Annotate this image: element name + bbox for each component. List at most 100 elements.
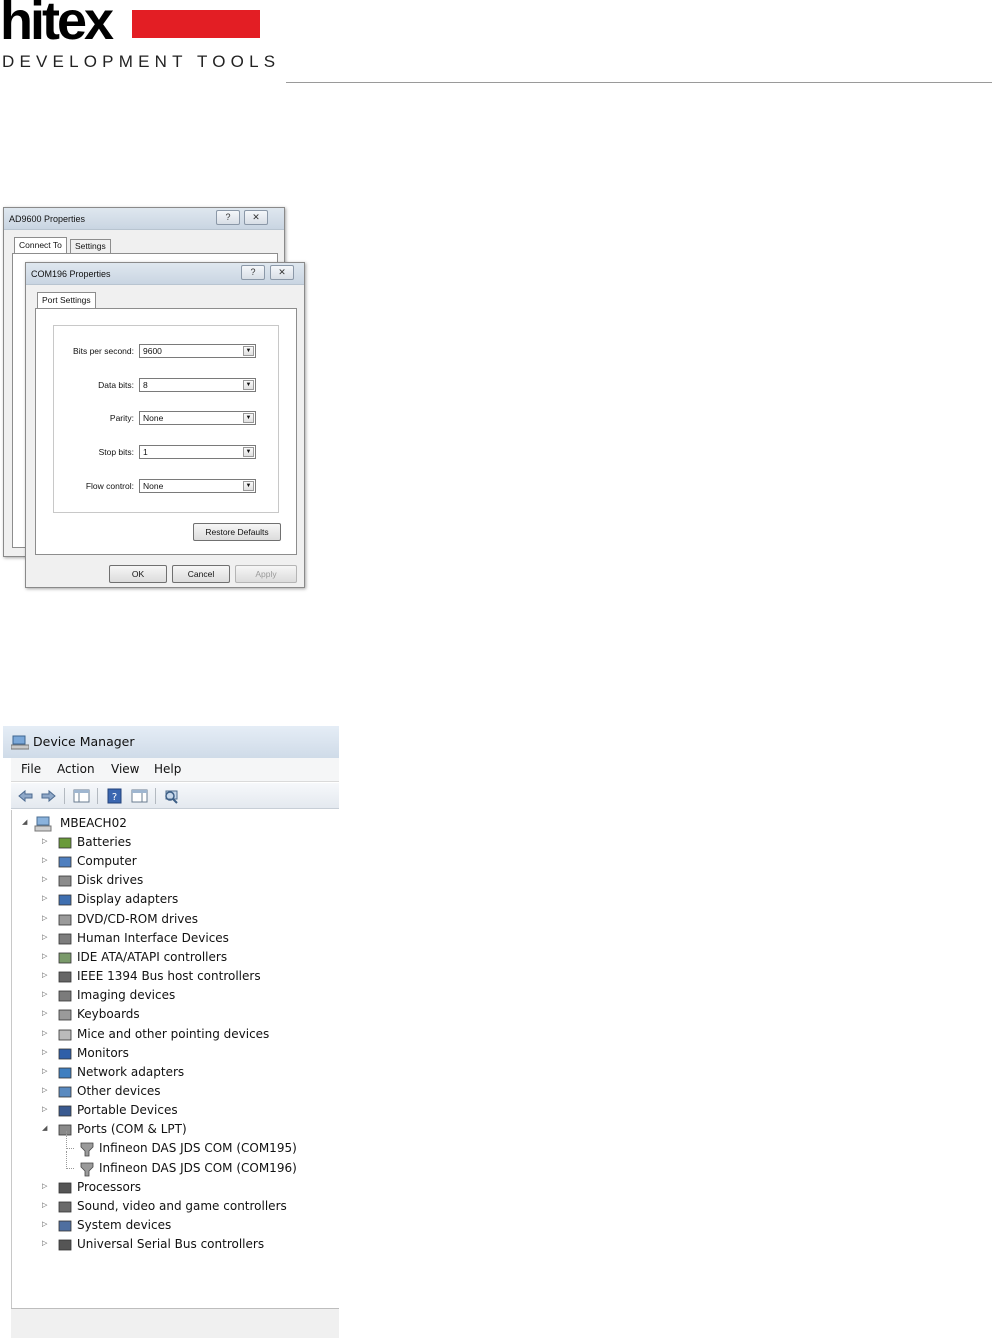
monitor-icon xyxy=(58,1048,72,1060)
menu-file[interactable]: File xyxy=(21,762,41,776)
expand-arrow-icon[interactable]: ▷ xyxy=(42,894,50,902)
expand-arrow-icon[interactable]: ▷ xyxy=(42,1009,50,1017)
com196-title: COM196 Properties xyxy=(31,269,111,279)
expand-arrow-icon[interactable]: ▷ xyxy=(42,1239,50,1247)
tab-connect-to[interactable]: Connect To xyxy=(14,237,67,253)
expand-arrow-icon[interactable]: ▷ xyxy=(42,1029,50,1037)
expand-arrow-icon[interactable]: ▷ xyxy=(42,990,50,998)
tree-category-label: Processors xyxy=(77,1179,142,1194)
back-arrow-icon[interactable] xyxy=(17,788,34,804)
expand-arrow-icon[interactable]: ▷ xyxy=(42,971,50,979)
help-icon[interactable]: ? xyxy=(106,788,123,804)
collapse-arrow-icon[interactable]: ◢ xyxy=(42,1124,50,1132)
tab-settings[interactable]: Settings xyxy=(70,239,111,253)
expand-arrow-icon[interactable]: ▷ xyxy=(42,933,50,941)
device-tree: ◢ MBEACH02 ▷ Batteries ▷ Computer ▷ Disk driv… xyxy=(11,810,339,1308)
tree-category-label: Monitors xyxy=(77,1045,129,1060)
apply-button[interactable]: Apply xyxy=(235,565,297,583)
header-divider xyxy=(286,82,992,83)
parity-select[interactable]: None ▼ xyxy=(139,411,256,425)
cancel-button[interactable]: Cancel xyxy=(172,565,230,583)
expand-arrow-icon[interactable]: ▷ xyxy=(42,1220,50,1228)
expand-arrow-icon[interactable]: ▷ xyxy=(42,1048,50,1056)
expand-arrow-icon[interactable]: ▷ xyxy=(42,1182,50,1190)
brand-red-bar xyxy=(132,10,260,38)
tree-port-label: Infineon DAS JDS COM (COM196) xyxy=(99,1160,297,1175)
tree-category-label: DVD/CD-ROM drives xyxy=(77,911,199,926)
help-icon[interactable]: ? xyxy=(241,265,265,280)
port-properties-screenshot: AD9600 Properties ? ✕ Connect To Setting… xyxy=(3,207,306,590)
toolbar-separator xyxy=(64,788,65,804)
ok-button[interactable]: OK xyxy=(109,565,167,583)
tree-category-label: IDE ATA/ATAPI controllers xyxy=(77,949,228,964)
chevron-down-icon[interactable]: ▼ xyxy=(243,447,254,457)
disk-drive-icon xyxy=(58,875,72,887)
tree-category-label: Display adapters xyxy=(77,892,179,907)
portable-device-icon xyxy=(58,1105,72,1117)
expand-arrow-icon[interactable]: ▷ xyxy=(42,1067,50,1075)
menu-view[interactable]: View xyxy=(111,762,139,776)
status-bar xyxy=(11,1308,339,1338)
stop-bits-select[interactable]: 1 ▼ xyxy=(139,445,256,459)
tab-port-settings[interactable]: Port Settings xyxy=(37,292,96,308)
network-icon xyxy=(58,1067,72,1079)
expand-arrow-icon[interactable]: ▷ xyxy=(42,1201,50,1209)
show-hide-console-tree-icon[interactable] xyxy=(73,788,90,804)
expand-arrow-icon[interactable]: ▷ xyxy=(42,1086,50,1094)
data-bits-label: Data bits: xyxy=(98,380,134,390)
port-settings-panel: Bits per second: 9600 ▼ Data bits: 8 ▼ Par… xyxy=(35,308,297,555)
stop-bits-value: 1 xyxy=(143,447,148,457)
menu-help[interactable]: Help xyxy=(154,762,181,776)
device-manager-icon xyxy=(11,735,29,750)
help-icon[interactable]: ? xyxy=(216,210,240,225)
stop-bits-label: Stop bits: xyxy=(98,447,134,457)
computer-icon xyxy=(58,856,72,868)
data-bits-value: 8 xyxy=(143,380,148,390)
expand-arrow-icon[interactable]: ▷ xyxy=(42,914,50,922)
bits-per-second-select[interactable]: 9600 ▼ xyxy=(139,344,256,358)
ide-controller-icon xyxy=(58,952,72,964)
ieee1394-icon xyxy=(58,971,72,983)
tree-category-label: Ports (COM & LPT) xyxy=(77,1122,187,1137)
chevron-down-icon[interactable]: ▼ xyxy=(243,346,254,356)
speaker-icon xyxy=(58,1201,72,1213)
scan-hardware-icon[interactable] xyxy=(163,788,180,804)
expand-arrow-icon[interactable]: ▷ xyxy=(42,952,50,960)
data-bits-select[interactable]: 8 ▼ xyxy=(139,378,256,392)
ad9600-title: AD9600 Properties xyxy=(9,214,86,224)
expand-arrow-icon[interactable]: ▷ xyxy=(42,856,50,864)
tree-category-label: Sound, video and game controllers xyxy=(77,1198,287,1213)
properties-view-icon[interactable] xyxy=(131,788,148,804)
brand-wordmark: hitex xyxy=(0,0,114,51)
device-manager-window: Device Manager File Action View Help ? ◢… xyxy=(3,726,339,1341)
close-icon[interactable]: ✕ xyxy=(244,210,268,225)
menu-action[interactable]: Action xyxy=(57,762,95,776)
com196-properties-window: COM196 Properties ? ✕ Port Settings Bits… xyxy=(25,262,305,588)
tree-category-label: Human Interface Devices xyxy=(77,930,229,945)
tree-category-label: Universal Serial Bus controllers xyxy=(77,1237,265,1252)
chevron-down-icon[interactable]: ▼ xyxy=(243,380,254,390)
chevron-down-icon[interactable]: ▼ xyxy=(243,413,254,423)
expand-arrow-icon[interactable]: ▷ xyxy=(42,875,50,883)
unknown-device-icon xyxy=(58,1086,72,1098)
port-icon xyxy=(80,1142,94,1157)
toolbar-separator xyxy=(97,788,98,804)
display-adapter-icon xyxy=(58,894,72,906)
flow-control-select[interactable]: None ▼ xyxy=(139,479,256,493)
forward-arrow-icon[interactable] xyxy=(40,788,57,804)
chevron-down-icon[interactable]: ▼ xyxy=(243,481,254,491)
close-icon[interactable]: ✕ xyxy=(270,265,294,280)
port-icon xyxy=(80,1162,94,1176)
tree-category-label: Mice and other pointing devices xyxy=(77,1026,270,1041)
restore-defaults-button[interactable]: Restore Defaults xyxy=(193,523,281,541)
tree-category-label: Imaging devices xyxy=(77,988,176,1003)
collapse-arrow-icon[interactable]: ◢ xyxy=(22,818,30,826)
camera-icon xyxy=(58,990,72,1002)
brand-subtitle: DEVELOPMENT TOOLS xyxy=(2,52,281,71)
tree-connector-line xyxy=(66,1131,74,1150)
tree-port-label: Infineon DAS JDS COM (COM195) xyxy=(99,1141,297,1156)
flow-control-value: None xyxy=(143,481,164,491)
tree-category-label: Portable Devices xyxy=(77,1103,178,1118)
expand-arrow-icon[interactable]: ▷ xyxy=(42,1105,50,1113)
expand-arrow-icon[interactable]: ▷ xyxy=(42,837,50,845)
